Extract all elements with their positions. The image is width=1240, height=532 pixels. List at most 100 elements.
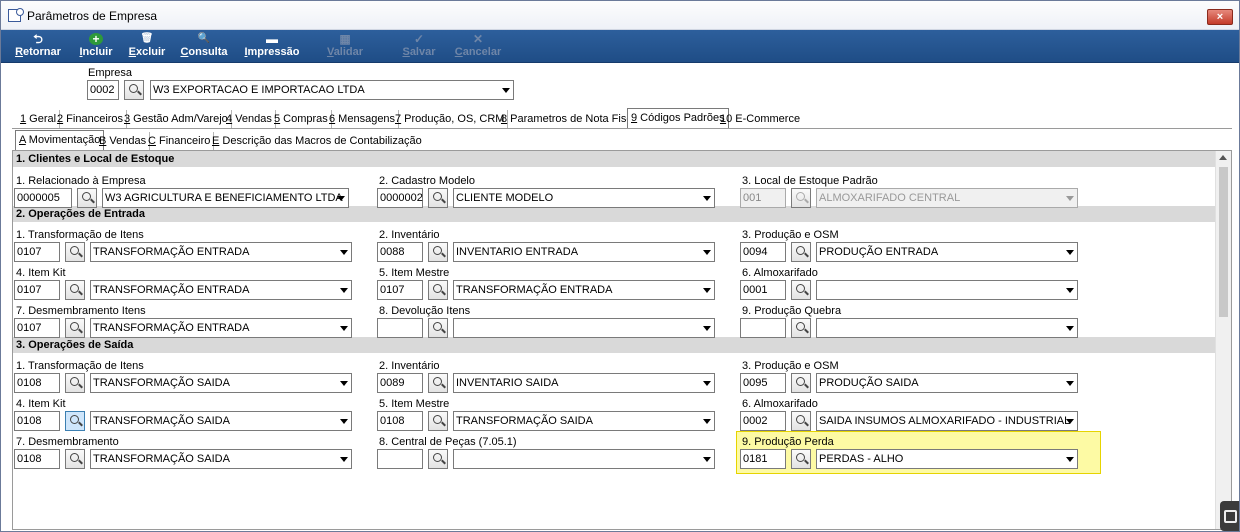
inventario-s2-search-icon[interactable] <box>428 242 448 262</box>
item-kit-s2-select[interactable]: TRANSFORMAÇÃO ENTRADA <box>90 280 352 300</box>
cadastro-modelo-s1-search-icon[interactable] <box>428 188 448 208</box>
inventario-s2-code-input[interactable]: 0088 <box>377 242 423 262</box>
transformacao-de-itens-s3-search-icon[interactable] <box>65 373 85 393</box>
tab-financeiro[interactable]: C Financeiro <box>145 132 215 150</box>
local-de-estoque-padrao-s1-select[interactable]: ALMOXARIFADO CENTRAL <box>816 188 1078 208</box>
inventario-s3-search-icon[interactable] <box>428 373 448 393</box>
almoxarifado-s3-select[interactable]: SAIDA INSUMOS ALMOXARIFADO - INDUSTRIAL <box>816 411 1078 431</box>
almoxarifado-s2-search-icon[interactable] <box>791 280 811 300</box>
producao-quebra-s2-code-input[interactable] <box>740 318 786 338</box>
almoxarifado-s2-select[interactable] <box>816 280 1078 300</box>
almoxarifado-s2-code-input[interactable]: 0001 <box>740 280 786 300</box>
transformacao-de-itens-s3-code-input[interactable]: 0108 <box>14 373 60 393</box>
producao-perda-s3-select[interactable]: PERDAS - ALHO <box>816 449 1078 469</box>
empresa-select[interactable]: W3 EXPORTACAO E IMPORTACAO LTDA <box>150 80 514 100</box>
relacionado-a-empresa-s1-code-input[interactable]: 0000005 <box>14 188 72 208</box>
tab-movimentacao[interactable]: A Movimentação <box>15 130 105 150</box>
tab-financeiros[interactable]: 2 Financeiros <box>54 110 128 128</box>
item-mestre-s3-select[interactable]: TRANSFORMAÇÃO SAIDA <box>453 411 715 431</box>
impressao-button[interactable]: ▬ Impressão <box>242 30 302 63</box>
producao-e-osm-s2-code-input[interactable]: 0094 <box>740 242 786 262</box>
devolucao-itens-s2-search-icon[interactable] <box>428 318 448 338</box>
tab-parametros-nota-fiscal[interactable]: 8 Parametros de Nota Fiscal <box>498 110 645 128</box>
empresa-code-input[interactable]: 0002 <box>87 80 119 100</box>
desmembramento-itens-s2-search-icon[interactable] <box>65 318 85 338</box>
desmembramento-s3-select[interactable]: TRANSFORMAÇÃO SAIDA <box>90 449 352 469</box>
central-de-pecas-7-05-1-s3-select[interactable] <box>453 449 715 469</box>
central-de-pecas-7-05-1-s3-search-icon[interactable] <box>428 449 448 469</box>
title-bar: Parâmetros de Empresa × <box>1 1 1239 30</box>
scroll-up-icon[interactable] <box>1219 155 1227 160</box>
side-panel-toggle-icon[interactable] <box>1220 501 1239 531</box>
producao-e-osm-s3-code-input[interactable]: 0095 <box>740 373 786 393</box>
cancelar-button[interactable]: ✕ Cancelar <box>453 30 503 63</box>
section-header: 2. Operações de Entrada <box>13 206 1216 222</box>
local-de-estoque-padrao-s1-search-icon[interactable] <box>791 188 811 208</box>
almoxarifado-s2-label: 6. Almoxarifado <box>742 267 818 279</box>
inventario-s2-select[interactable]: INVENTARIO ENTRADA <box>453 242 715 262</box>
relacionado-a-empresa-s1-search-icon[interactable] <box>77 188 97 208</box>
item-kit-s3-select[interactable]: TRANSFORMAÇÃO SAIDA <box>90 411 352 431</box>
item-mestre-s2-select[interactable]: TRANSFORMAÇÃO ENTRADA <box>453 280 715 300</box>
item-kit-s3-search-icon[interactable] <box>65 411 85 431</box>
item-kit-s2-code-input[interactable]: 0107 <box>14 280 60 300</box>
tab-gestao-adm-varejo[interactable]: 3 Gestão Adm/Varejo <box>121 110 232 128</box>
item-mestre-s3-code-input[interactable]: 0108 <box>377 411 423 431</box>
desmembramento-itens-s2-select[interactable]: TRANSFORMAÇÃO ENTRADA <box>90 318 352 338</box>
close-button[interactable]: × <box>1207 9 1233 25</box>
validar-button[interactable]: ▦ Validar <box>323 30 367 63</box>
transformacao-de-itens-s2-select[interactable]: TRANSFORMAÇÃO ENTRADA <box>90 242 352 262</box>
producao-e-osm-s3-search-icon[interactable] <box>791 373 811 393</box>
relacionado-a-empresa-s1-select[interactable]: W3 AGRICULTURA E BENEFICIAMENTO LTDA <box>102 188 349 208</box>
inventario-s3-code-input[interactable]: 0089 <box>377 373 423 393</box>
inventario-s3-select[interactable]: INVENTARIO SAIDA <box>453 373 715 393</box>
tab-mensagens[interactable]: 6 Mensagens <box>326 110 400 128</box>
item-kit-s2-search-icon[interactable] <box>65 280 85 300</box>
item-kit-s3-code-input[interactable]: 0108 <box>14 411 60 431</box>
tab-sub-vendas[interactable]: B Vendas <box>96 132 151 150</box>
central-de-pecas-7-05-1-s3-label: 8. Central de Peças (7.05.1) <box>379 436 517 448</box>
cadastro-modelo-s1-select[interactable]: CLIENTE MODELO <box>453 188 715 208</box>
chevron-down-icon <box>1066 288 1074 293</box>
vertical-scrollbar[interactable] <box>1215 151 1231 529</box>
producao-quebra-s2-search-icon[interactable] <box>791 318 811 338</box>
salvar-button[interactable]: ✓ Salvar <box>399 30 439 63</box>
window-app-icon <box>8 8 24 22</box>
producao-e-osm-s2-search-icon[interactable] <box>791 242 811 262</box>
producao-perda-s3-code-input[interactable]: 0181 <box>740 449 786 469</box>
tab-producao-os-crm[interactable]: 7 Produção, OS, CRM <box>392 110 509 128</box>
devolucao-itens-s2-code-input[interactable] <box>377 318 423 338</box>
almoxarifado-s3-search-icon[interactable] <box>791 411 811 431</box>
tab-e-commerce[interactable]: 10 E-Commerce <box>717 110 803 128</box>
producao-perda-s3-search-icon[interactable] <box>791 449 811 469</box>
devolucao-itens-s2-select[interactable] <box>453 318 715 338</box>
empresa-search-icon[interactable] <box>124 80 144 100</box>
tab-descricao-macros[interactable]: E Descrição das Macros de Contabilização <box>209 132 425 150</box>
tab-vendas[interactable]: 4 Vendas <box>223 110 276 128</box>
scrollbar-thumb[interactable] <box>1219 167 1228 317</box>
tab-codigos-padroes[interactable]: 9 Códigos Padrões <box>627 108 729 128</box>
item-mestre-s2-search-icon[interactable] <box>428 280 448 300</box>
tab-compras[interactable]: 5 Compras <box>271 110 332 128</box>
almoxarifado-s3-code-input[interactable]: 0002 <box>740 411 786 431</box>
local-de-estoque-padrao-s1-code-input[interactable]: 001 <box>740 188 786 208</box>
transformacao-de-itens-s2-search-icon[interactable] <box>65 242 85 262</box>
producao-e-osm-s3-select[interactable]: PRODUÇÃO SAIDA <box>816 373 1078 393</box>
transformacao-de-itens-s3-select[interactable]: TRANSFORMAÇÃO SAIDA <box>90 373 352 393</box>
central-de-pecas-7-05-1-s3-code-input[interactable] <box>377 449 423 469</box>
item-mestre-s2-code-input[interactable]: 0107 <box>377 280 423 300</box>
desmembramento-itens-s2-code-input[interactable]: 0107 <box>14 318 60 338</box>
item-mestre-s3-search-icon[interactable] <box>428 411 448 431</box>
desmembramento-s3-search-icon[interactable] <box>65 449 85 469</box>
transformacao-de-itens-s2-code-input[interactable]: 0107 <box>14 242 60 262</box>
consulta-button[interactable]: 🔍 Consulta <box>179 30 229 63</box>
search-icon: 🔍 <box>197 33 211 44</box>
excluir-button[interactable]: 🗑 Excluir <box>127 30 167 63</box>
retornar-button[interactable]: ⮌ Retornar <box>13 30 63 63</box>
desmembramento-s3-code-input[interactable]: 0108 <box>14 449 60 469</box>
chevron-down-icon <box>340 419 348 424</box>
producao-e-osm-s2-select[interactable]: PRODUÇÃO ENTRADA <box>816 242 1078 262</box>
cadastro-modelo-s1-code-input[interactable]: 0000002 <box>377 188 423 208</box>
producao-quebra-s2-select[interactable] <box>816 318 1078 338</box>
incluir-button[interactable]: + Incluir <box>77 30 115 63</box>
